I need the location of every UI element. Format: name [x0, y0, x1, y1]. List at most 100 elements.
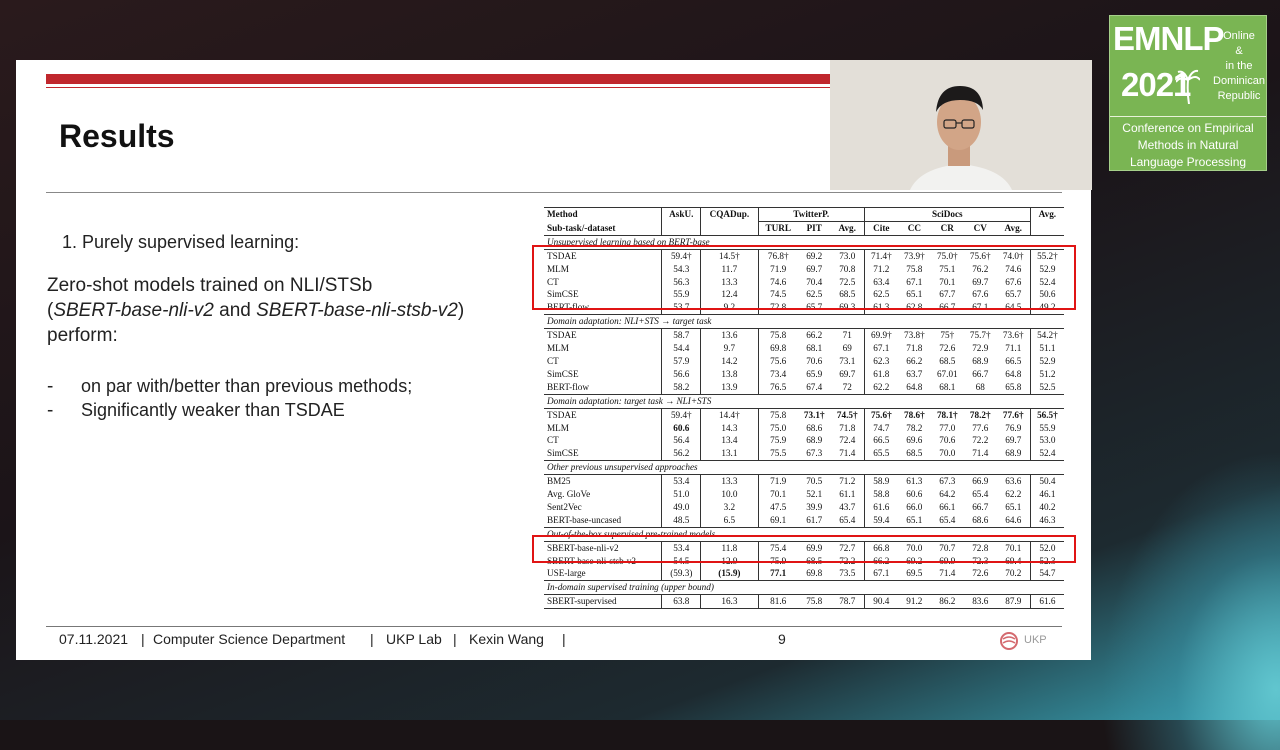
webcam-video	[830, 60, 1092, 190]
table-section-header: Other previous unsupervised approaches	[544, 460, 1064, 476]
table-cell: 61.8	[863, 367, 898, 381]
table-cell: 72	[842, 381, 852, 392]
table-cell: 61.1	[839, 489, 856, 500]
results-table-wrapper: Method AskU. CQADup. TwitterP. SciDocs A…	[532, 207, 1076, 610]
table-cell: 67.1	[863, 567, 898, 581]
body-line-2: (SBERT-base-nli-v2 and SBERT-base-nli-st…	[47, 300, 465, 321]
table-cell: 66.7	[972, 501, 989, 512]
palm-tree-icon	[1175, 68, 1201, 105]
method-name: USE-large	[547, 568, 586, 579]
method-name: BM25	[547, 476, 571, 487]
table-cell: 61.6	[1029, 594, 1064, 609]
table-row: BM25 53.4 13.3 71.9 70.5 71.2 58.9 61.3 67.3 66.9…	[544, 474, 1064, 489]
method-name: TSDAE	[547, 409, 577, 420]
table-cell: 54.4	[661, 342, 701, 355]
table-section-header: In-domain supervised training (upper bou…	[544, 580, 1064, 596]
header-subtask: Sub-task/-dataset	[547, 222, 616, 233]
table-cell: 46.1	[1029, 488, 1064, 501]
table-cell: 73.6†	[1002, 330, 1024, 341]
slide-top-red-bar	[46, 74, 846, 84]
table-cell: 51.2	[1029, 367, 1064, 381]
table-cell: 58.7	[661, 328, 701, 343]
table-cell: 72.2	[972, 435, 989, 446]
table-cell: 59.4	[863, 513, 898, 528]
method-name: BERT-flow	[547, 381, 589, 392]
table-cell: 58.8	[863, 488, 898, 501]
table-cell: 66.7	[972, 368, 989, 379]
table-cell: 63.8	[661, 594, 701, 609]
table-cell: 68.6	[972, 514, 989, 525]
method-name: TSDAE	[547, 330, 577, 341]
table-cell: 70.6	[806, 355, 823, 366]
table-cell: 40.2	[1029, 500, 1064, 514]
table-cell: 75.9	[757, 434, 798, 448]
header-asku: AskU.	[661, 207, 701, 222]
table-cell: 51.0	[661, 488, 701, 501]
table-cell: (59.3)	[661, 567, 701, 581]
bullet-2-text: Significantly weaker than TSDAE	[81, 400, 345, 420]
table-row: USE-large (59.3) (15.9) 77.1 69.8 73.5 67.1 69.…	[544, 567, 1064, 581]
table-cell: 73.1†	[803, 409, 825, 420]
table-cell: 62.2	[1005, 489, 1022, 500]
table-cell: 61.6	[863, 500, 898, 514]
table-cell: 69.7	[1005, 435, 1022, 446]
table-row: CT 56.4 13.4 75.9 68.9 72.4 66.5 69.6 70.6 72.2 69…	[544, 434, 1064, 448]
table-cell: 68	[975, 381, 985, 392]
table-cell: 78.2	[906, 422, 923, 433]
table-cell: 71.9	[757, 474, 798, 489]
table-cell: 61.3	[906, 476, 923, 487]
table-row: SimCSE 56.2 13.1 75.5 67.3 71.4 65.5 68.5 70.0 71…	[544, 447, 1064, 461]
table-cell: 66.1	[939, 501, 956, 512]
table-cell: 76.5	[757, 380, 798, 395]
table-cell: 75.5	[757, 447, 798, 461]
footer-rule	[46, 626, 1062, 627]
table-cell: 71.8	[839, 422, 856, 433]
slide-top-red-line	[46, 87, 846, 88]
method-name: SBERT-supervised	[547, 596, 617, 607]
method-name: SimCSE	[547, 368, 579, 379]
footer-date: 07.11.2021	[59, 631, 129, 647]
section-title: Other previous unsupervised approaches	[544, 460, 1064, 476]
table-cell: 69	[842, 343, 852, 354]
table-cell: 69.7	[839, 368, 856, 379]
highlight-box-unsupervised	[532, 245, 1076, 310]
table-cell: 69.6	[906, 435, 923, 446]
table-header-row-1: Method AskU. CQADup. TwitterP. SciDocs A…	[544, 207, 1064, 222]
table-cell: 52.1	[806, 489, 823, 500]
table-cell: 68.9	[972, 355, 989, 366]
table-cell: 13.4	[700, 434, 759, 448]
table-cell: 78.1†	[936, 409, 958, 420]
table-cell: 47.5	[757, 500, 798, 514]
table-cell: 67.3	[939, 476, 956, 487]
badge-divider	[1110, 116, 1266, 117]
table-cell: 91.2	[906, 596, 923, 607]
table-cell: 68.6	[806, 422, 823, 433]
table-cell: 75.6†	[863, 408, 898, 422]
table-cell: 71	[842, 330, 852, 341]
table-cell: 83.6	[972, 596, 989, 607]
table-cell: 65.1	[1005, 501, 1022, 512]
highlight-box-supervised	[532, 535, 1076, 563]
table-cell: 52.4	[1029, 447, 1064, 461]
table-cell: 67.3	[806, 448, 823, 459]
table-cell: 66.2	[806, 330, 823, 341]
header-cv: CV	[973, 222, 987, 233]
table-cell: 56.5†	[1029, 408, 1064, 422]
table-cell: 69.8	[757, 342, 798, 355]
table-cell: 57.9	[661, 354, 701, 368]
badge-location: Online & in the Dominican Republic	[1213, 30, 1265, 102]
table-row: BERT-flow 58.2 13.9 76.5 67.4 72 62.2 64.8 68.1 6…	[544, 380, 1064, 395]
table-cell: 50.4	[1029, 474, 1064, 489]
table-cell: 58.2	[661, 380, 701, 395]
table-cell: 73.4	[757, 367, 798, 381]
table-cell: 72.6	[972, 568, 989, 579]
table-cell: 73.5	[839, 568, 856, 579]
table-cell: 75.7†	[969, 330, 991, 341]
table-row: SimCSE 56.6 13.8 73.4 65.9 69.7 61.8 63.7 67.01 6…	[544, 367, 1064, 381]
table-cell: 72.9	[972, 343, 989, 354]
table-cell: 65.5	[863, 447, 898, 461]
table-cell: 13.3	[700, 474, 759, 489]
table-cell: 71.4	[839, 448, 856, 459]
table-section-header: Domain adaptation: target task → NLI+STS	[544, 393, 1064, 409]
table-cell: 46.3	[1029, 513, 1064, 528]
